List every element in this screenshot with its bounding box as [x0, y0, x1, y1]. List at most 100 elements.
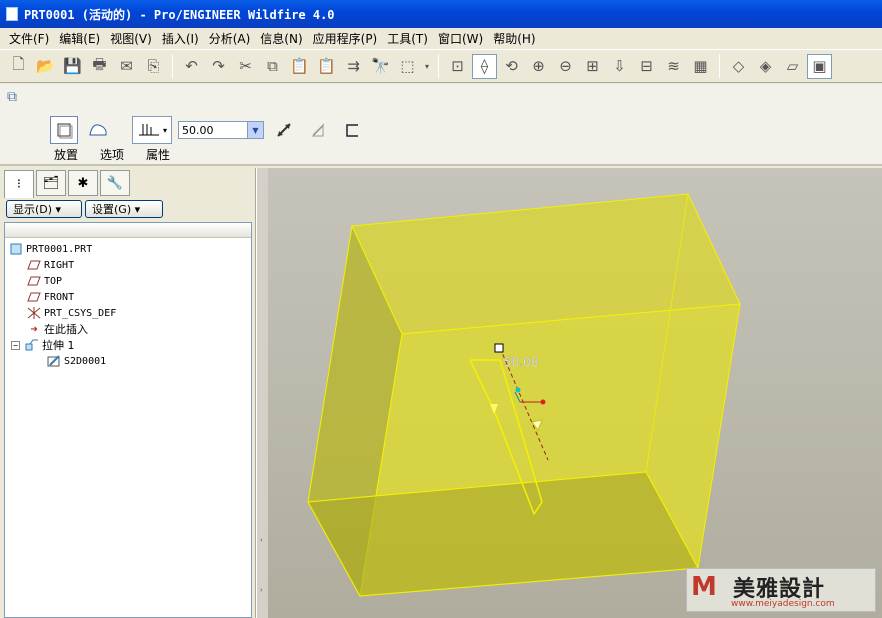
menu-bar: 文件(F) 编辑(E) 视图(V) 插入(I) 分析(A) 信息(N) 应用程序… [0, 28, 882, 49]
surface-icon [89, 124, 107, 136]
favorites-tab-icon[interactable]: ✱ [68, 170, 98, 196]
depth-option-button[interactable]: ▾ [132, 116, 172, 144]
tree-item-label: FRONT [44, 291, 75, 303]
find-icon[interactable]: 🔭 [368, 54, 393, 79]
watermark-logo-icon: M [691, 572, 717, 602]
dashboard-tabs: 放置 选项 属性 [54, 146, 192, 163]
send-mail-icon[interactable]: ✉ [114, 54, 139, 79]
spin-center-icon[interactable]: ⟠ [472, 53, 497, 79]
navigator-tabs: ⁝ 🗂 ✱ 🔧 [4, 170, 130, 198]
redo-icon[interactable]: ↷ [206, 54, 231, 79]
menu-insert[interactable]: 插入(I) [157, 30, 204, 47]
tree-item-sketch[interactable]: S2D0001 [47, 353, 106, 369]
tree-item-right[interactable]: RIGHT [27, 257, 74, 273]
tab-options[interactable]: 选项 [100, 146, 124, 163]
csys-origin-marker [515, 387, 521, 393]
hidden-line-icon[interactable]: ◈ [753, 54, 778, 79]
menu-info[interactable]: 信息(N) [255, 30, 307, 47]
extrude-preview-model[interactable]: 50.00 [268, 168, 882, 618]
menu-file[interactable]: 文件(F) [4, 30, 54, 47]
layers-icon[interactable]: ≋ [661, 54, 686, 79]
paste-icon[interactable]: 📋 [287, 54, 312, 79]
blind-depth-icon [138, 124, 159, 136]
thicken-icon [346, 124, 358, 137]
depth-value-dropdown-icon[interactable]: ▼ [247, 122, 263, 138]
menu-edit[interactable]: 编辑(E) [54, 30, 105, 47]
app-icon [6, 7, 18, 21]
tree-item-top[interactable]: TOP [27, 273, 62, 289]
insert-arrow-icon: ➜ [30, 322, 38, 336]
panel-splitter[interactable]: ‹ › [256, 168, 268, 618]
extrude-feature-icon [25, 339, 39, 351]
cut-icon[interactable]: ✂ [233, 54, 258, 79]
settings-button[interactable]: 设置(G) ▾ [85, 200, 163, 218]
tree-item-label: RIGHT [44, 259, 75, 271]
save-icon[interactable]: 💾 [60, 54, 85, 79]
selection-dropdown-icon[interactable]: ▾ [422, 54, 432, 79]
tree-item-label: PRT_CSYS_DEF [44, 307, 117, 319]
tree-item-front[interactable]: FRONT [27, 289, 74, 305]
tree-toolbar: 显示(D) ▾ 设置(G) ▾ [6, 200, 163, 218]
tree-item-insert-here[interactable]: ➜ 在此插入 [27, 321, 88, 337]
new-file-icon[interactable]: 🗋 [6, 54, 31, 79]
refit-icon[interactable]: ⊞ [580, 54, 605, 79]
tab-properties[interactable]: 属性 [146, 146, 170, 163]
tree-column-header [5, 223, 251, 238]
connections-tab-icon[interactable]: 🔧 [100, 170, 130, 196]
datum-plane-icon [27, 275, 41, 287]
toolbar-divider [172, 54, 173, 78]
saved-views-icon[interactable]: ⊟ [634, 54, 659, 79]
thicken-sketch-button[interactable] [338, 116, 366, 144]
collapse-toggle-icon[interactable]: − [11, 340, 20, 350]
send-attachment-icon[interactable]: ⎘ [141, 54, 166, 79]
menu-tools[interactable]: 工具(T) [382, 30, 433, 47]
solid-icon [57, 123, 73, 139]
tab-placement[interactable]: 放置 [54, 146, 78, 163]
dashboard-link-icon[interactable]: ⧉ [7, 89, 27, 109]
repaint-icon[interactable]: ⊡ [445, 54, 470, 79]
zoom-out-icon[interactable]: ⊖ [553, 54, 578, 79]
model-tree-tab-icon[interactable]: ⁝ [4, 170, 34, 198]
paste-special-icon[interactable]: 📋 [314, 54, 339, 79]
expand-right-icon[interactable]: › [260, 586, 265, 594]
wireframe-icon[interactable]: ◇ [726, 54, 751, 79]
menu-window[interactable]: 窗口(W) [433, 30, 488, 47]
collapse-left-icon[interactable]: ‹ [260, 536, 265, 544]
menu-view[interactable]: 视图(V) [105, 30, 157, 47]
show-button[interactable]: 显示(D) ▾ [6, 200, 82, 218]
tree-item-extrude[interactable]: − 拉伸 1 [11, 337, 75, 353]
title-bar: PRT0001 (活动的) - Pro/ENGINEER Wildfire 4.… [0, 0, 882, 28]
watermark: M 美雅設計 www.meiyadesign.com [686, 568, 876, 612]
view-manager-icon[interactable]: ▦ [688, 54, 713, 79]
shading-icon[interactable]: ▣ [807, 53, 832, 79]
remove-material-button[interactable] [304, 116, 332, 144]
menu-analysis[interactable]: 分析(A) [204, 30, 256, 47]
coordinate-system-icon [27, 307, 41, 319]
undo-icon[interactable]: ↶ [179, 54, 204, 79]
flip-direction-button[interactable] [270, 116, 298, 144]
open-file-icon[interactable]: 📂 [33, 54, 58, 79]
folder-browser-tab-icon[interactable]: 🗂 [36, 170, 66, 196]
graphics-window[interactable]: 50.00 M 美雅設計 www.meiyadesign.com [268, 168, 882, 618]
tree-item-label: 在此插入 [44, 323, 88, 336]
tree-item-root[interactable]: PRT0001.PRT [9, 241, 92, 257]
zoom-in-icon[interactable]: ⊕ [526, 54, 551, 79]
menu-help[interactable]: 帮助(H) [488, 30, 540, 47]
solid-extrude-button[interactable] [50, 116, 78, 144]
flip-direction-icon [277, 123, 291, 137]
orient-mode-icon[interactable]: ⟲ [499, 54, 524, 79]
depth-value-input[interactable]: 50.00 ▼ [178, 121, 264, 139]
reorient-icon[interactable]: ⇩ [607, 54, 632, 79]
depth-drag-handle[interactable] [494, 343, 504, 353]
tree-item-csys[interactable]: PRT_CSYS_DEF [27, 305, 116, 321]
selection-box-icon[interactable]: ⬚ [395, 54, 420, 79]
no-hidden-icon[interactable]: ▱ [780, 54, 805, 79]
copy-icon[interactable]: ⧉ [260, 54, 285, 79]
menu-applications[interactable]: 应用程序(P) [308, 30, 383, 47]
surface-extrude-button[interactable] [84, 116, 112, 144]
print-icon[interactable]: 🖶 [87, 54, 112, 79]
tree-item-label: 拉伸 1 [42, 339, 75, 352]
part-icon [9, 243, 23, 255]
depth-dimension-label[interactable]: 50.00 [504, 355, 539, 369]
regenerate-icon[interactable]: ⇉ [341, 54, 366, 79]
